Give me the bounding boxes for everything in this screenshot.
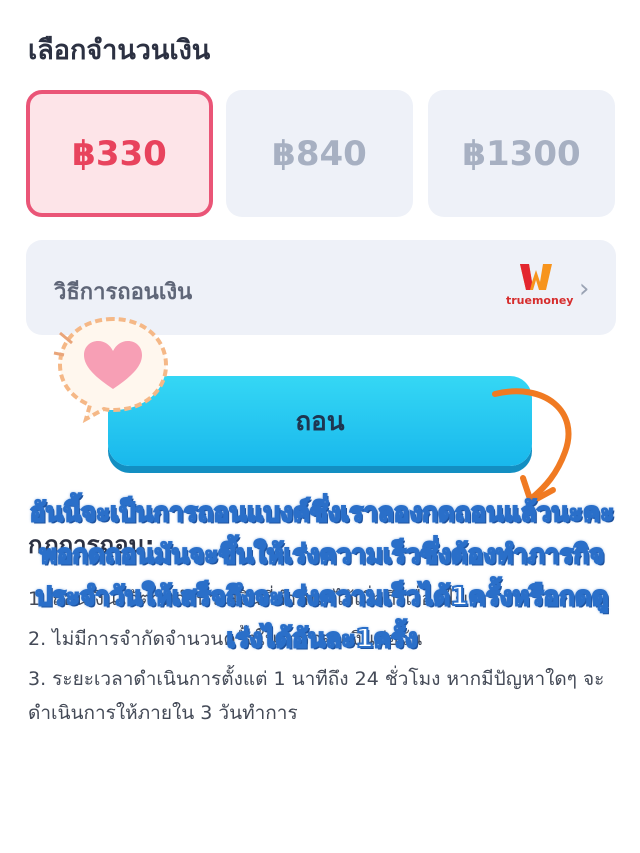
heart-speech-bubble-icon bbox=[53, 316, 169, 423]
amount-option-330[interactable]: ฿330 bbox=[26, 90, 213, 217]
truemoney-logo-text: truemoney bbox=[506, 294, 574, 307]
rule-item: 3. ระยะเวลาดำเนินการตั้งแต่ 1 นาทีถึง 24… bbox=[28, 668, 605, 724]
amount-options: ฿330 ฿840 ฿1300 bbox=[26, 90, 616, 218]
amount-option-840[interactable]: ฿840 bbox=[226, 90, 413, 217]
overlay-caption: อันนี้จะเป็นการถอนแบงค์ซึ่งเราลองกดถอนแล… bbox=[29, 497, 616, 655]
amount-option-1300[interactable]: ฿1300 bbox=[428, 90, 615, 217]
truemoney-w-icon bbox=[520, 264, 552, 290]
amount-section-title: เลือกจำนวนเงิน bbox=[28, 35, 211, 66]
chevron-right-icon: › bbox=[579, 274, 590, 304]
withdraw-method-label: วิธีการถอนเงิน bbox=[54, 280, 193, 305]
truemoney-logo: truemoney bbox=[506, 262, 573, 312]
